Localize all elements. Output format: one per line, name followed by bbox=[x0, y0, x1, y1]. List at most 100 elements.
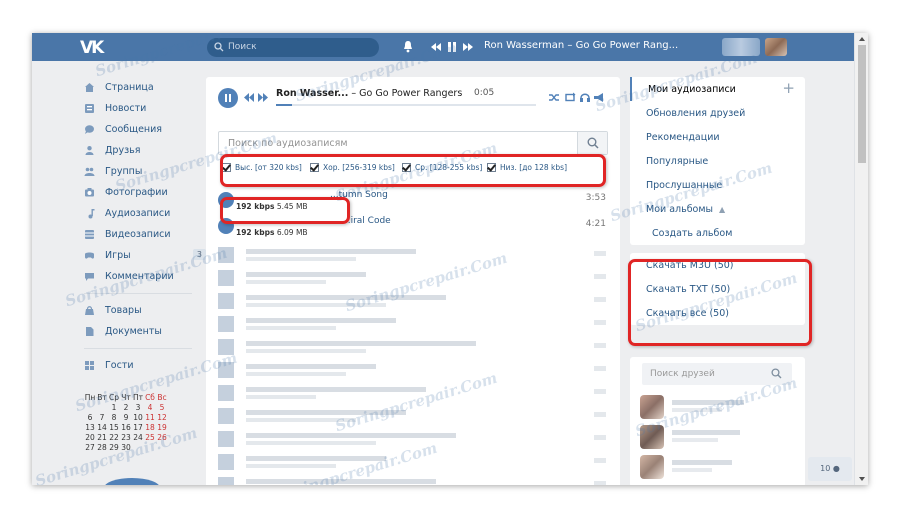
calendar-day[interactable]: 25 bbox=[144, 433, 156, 443]
pause-button[interactable] bbox=[218, 88, 238, 108]
bell-icon[interactable] bbox=[402, 40, 414, 53]
track-row[interactable]: ...tumn Song 192 kbps 5.45 MB 3:53 bbox=[218, 189, 610, 215]
friends-search-input[interactable]: Поиск друзей bbox=[642, 363, 792, 385]
sidebar-item[interactable]: Друзья bbox=[80, 140, 200, 161]
calendar-day[interactable]: 5 bbox=[156, 403, 168, 413]
calendar-day[interactable]: 15 bbox=[108, 423, 120, 433]
page-scrollbar[interactable] bbox=[854, 33, 868, 485]
checkbox-checked-icon[interactable] bbox=[402, 163, 411, 172]
audio-menu-item[interactable]: Мои альбомы ▲ bbox=[630, 197, 805, 221]
my-audio-header[interactable]: Мои аудиозаписи + bbox=[630, 77, 805, 101]
calendar-day[interactable]: 24 bbox=[132, 433, 144, 443]
calendar-day[interactable]: 28 bbox=[96, 443, 108, 453]
calendar-day[interactable]: 23 bbox=[120, 433, 132, 443]
track-row[interactable]: ...iral Code 192 kbps 6.09 MB 4:21 bbox=[218, 215, 610, 241]
create-album-link[interactable]: Создать альбом bbox=[630, 221, 805, 245]
audio-menu-item[interactable]: Прослушанные bbox=[630, 173, 805, 197]
track-title[interactable]: ...tumn Song bbox=[242, 190, 388, 200]
global-search-input[interactable]: Поиск bbox=[207, 38, 379, 57]
repeat-icon[interactable] bbox=[564, 92, 576, 103]
track-row-blurred[interactable] bbox=[218, 360, 610, 380]
calendar-day[interactable]: 20 bbox=[84, 433, 96, 443]
calendar-day[interactable]: 16 bbox=[120, 423, 132, 433]
track-row-blurred[interactable] bbox=[218, 314, 610, 334]
pause-icon[interactable] bbox=[447, 41, 457, 53]
next-track-icon[interactable] bbox=[258, 93, 269, 102]
track-row-blurred[interactable] bbox=[218, 406, 610, 426]
track-row-blurred[interactable] bbox=[218, 337, 610, 357]
calendar-day[interactable]: 17 bbox=[132, 423, 144, 433]
audio-search-input[interactable]: Поиск по аудиозаписям bbox=[218, 131, 608, 155]
calendar-day[interactable]: 10 bbox=[132, 413, 144, 423]
track-row-blurred[interactable] bbox=[218, 268, 610, 288]
next-track-icon[interactable] bbox=[462, 41, 474, 53]
audio-menu-item[interactable]: Рекомендации bbox=[630, 125, 805, 149]
friend-item[interactable] bbox=[640, 395, 790, 421]
vk-logo[interactable]: VK bbox=[80, 38, 110, 58]
calendar-day[interactable]: 6 bbox=[84, 413, 96, 423]
scroll-down-icon[interactable] bbox=[858, 476, 866, 482]
calendar-day[interactable]: 9 bbox=[120, 413, 132, 423]
download-link[interactable]: Скачать все (50) bbox=[630, 301, 805, 325]
quality-filter-checkbox[interactable]: Выс. [от 320 kbs] bbox=[222, 163, 302, 172]
track-row-blurred[interactable] bbox=[218, 245, 610, 265]
quality-filter-checkbox[interactable]: Ср. [128-255 kbs] bbox=[402, 163, 482, 172]
calendar-day[interactable]: 8 bbox=[108, 413, 120, 423]
sidebar-item[interactable]: Документы bbox=[80, 321, 200, 342]
chevron-up-icon[interactable]: ▲ bbox=[719, 205, 725, 214]
sidebar-item[interactable]: Фотографии bbox=[80, 182, 200, 203]
track-row-blurred[interactable] bbox=[218, 429, 610, 449]
calendar-day[interactable]: 11 bbox=[144, 413, 156, 423]
calendar-day[interactable]: 4 bbox=[144, 403, 156, 413]
volume-slider[interactable] bbox=[500, 104, 536, 106]
sidebar-item[interactable]: Игры 3 bbox=[80, 245, 206, 266]
sidebar-item[interactable]: Товары bbox=[80, 300, 200, 321]
track-row-blurred[interactable] bbox=[218, 452, 610, 472]
audio-search-button[interactable] bbox=[577, 132, 607, 154]
quality-filter-checkbox[interactable]: Хор. [256-319 kbs] bbox=[310, 163, 395, 172]
add-audio-icon[interactable]: + bbox=[782, 79, 795, 97]
calendar-day[interactable]: 22 bbox=[108, 433, 120, 443]
calendar-day[interactable]: 3 bbox=[132, 403, 144, 413]
headphones-icon[interactable] bbox=[579, 92, 591, 103]
calendar-day[interactable]: 21 bbox=[96, 433, 108, 443]
calendar-day[interactable]: 27 bbox=[84, 443, 96, 453]
calendar-day[interactable]: 1 bbox=[108, 403, 120, 413]
calendar-day[interactable]: 18 bbox=[144, 423, 156, 433]
checkbox-checked-icon[interactable] bbox=[222, 163, 231, 172]
scroll-up-icon[interactable] bbox=[858, 36, 866, 42]
checkbox-checked-icon[interactable] bbox=[487, 163, 496, 172]
audio-menu-item[interactable]: Популярные bbox=[630, 149, 805, 173]
calendar-day[interactable]: 2 bbox=[120, 403, 132, 413]
friend-item[interactable] bbox=[640, 425, 790, 451]
player-track-title[interactable]: Ron Wasser... – Go Go Power Rangers bbox=[276, 88, 462, 99]
avatar[interactable] bbox=[765, 38, 787, 56]
promo-badge[interactable] bbox=[104, 478, 160, 485]
sidebar-item[interactable]: Комментарии bbox=[80, 266, 200, 287]
prev-track-icon[interactable] bbox=[244, 93, 255, 102]
sidebar-item[interactable]: Группы bbox=[80, 161, 200, 182]
download-link[interactable]: Скачать M3U (50) bbox=[630, 253, 805, 277]
track-title[interactable]: ...iral Code bbox=[242, 216, 391, 226]
calendar-day[interactable]: 26 bbox=[156, 433, 168, 443]
scrollbar-thumb[interactable] bbox=[858, 45, 866, 163]
calendar-day[interactable]: 14 bbox=[96, 423, 108, 433]
chat-button[interactable]: 10 ● bbox=[808, 457, 852, 481]
audio-menu-item[interactable]: Обновления друзей bbox=[630, 101, 805, 125]
checkbox-checked-icon[interactable] bbox=[310, 163, 319, 172]
download-link[interactable]: Скачать TXT (50) bbox=[630, 277, 805, 301]
calendar-day[interactable]: 19 bbox=[156, 423, 168, 433]
track-row-blurred[interactable] bbox=[218, 291, 610, 311]
calendar-day[interactable]: 13 bbox=[84, 423, 96, 433]
track-row-blurred[interactable] bbox=[218, 475, 610, 485]
play-icon[interactable] bbox=[218, 192, 234, 208]
play-icon[interactable] bbox=[218, 218, 234, 234]
calendar-day[interactable]: 7 bbox=[96, 413, 108, 423]
prev-track-icon[interactable] bbox=[430, 41, 442, 53]
sidebar-item[interactable]: Видеозаписи bbox=[80, 224, 200, 245]
user-name-blurred[interactable] bbox=[722, 38, 760, 56]
sidebar-item[interactable]: Аудиозаписи bbox=[80, 203, 200, 224]
sidebar-item[interactable]: Новости bbox=[80, 98, 200, 119]
friend-item[interactable] bbox=[640, 455, 790, 481]
track-row-blurred[interactable] bbox=[218, 383, 610, 403]
